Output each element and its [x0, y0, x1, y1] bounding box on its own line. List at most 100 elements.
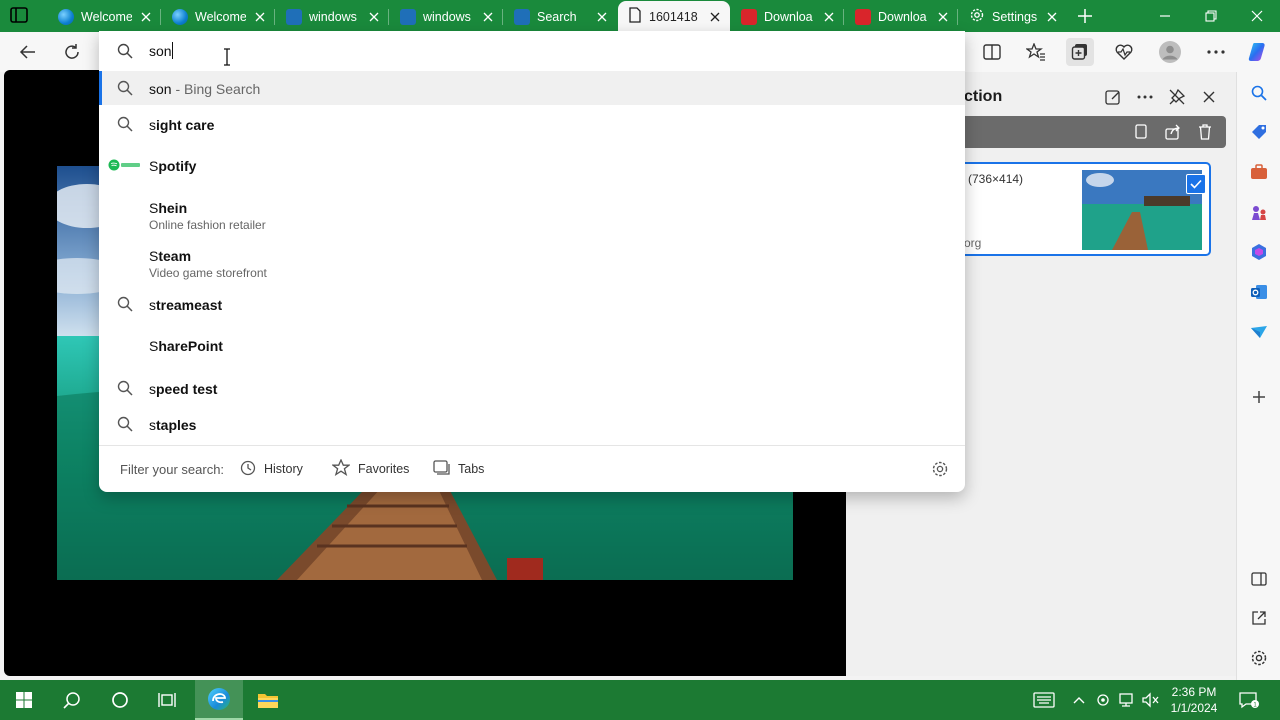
volume-muted-icon[interactable]: [1141, 691, 1159, 709]
suggestion-text: son - Bing Search: [149, 81, 261, 97]
sidebar-layout-icon[interactable]: [1248, 568, 1270, 590]
split-screen-button[interactable]: [978, 38, 1006, 66]
suggestion-item[interactable]: speed test: [99, 371, 965, 405]
open-external-icon[interactable]: [1248, 607, 1270, 629]
close-window-button[interactable]: [1234, 0, 1280, 32]
address-input-value[interactable]: son: [149, 43, 172, 59]
suggestion-text: staples: [149, 417, 197, 433]
gear-icon[interactable]: [1248, 647, 1270, 669]
download-icon: [741, 8, 757, 25]
browser-essentials-button[interactable]: [1110, 38, 1138, 66]
filter-tabs-button[interactable]: Tabs: [433, 458, 484, 480]
suggestion-bing-search[interactable]: son - Bing Search: [99, 71, 965, 105]
filter-history-label: History: [264, 462, 303, 476]
tab-strip: Welcome Welcome windows windows Search 1…: [0, 0, 1280, 32]
games-icon[interactable]: [1248, 202, 1270, 224]
image-source: org: [964, 236, 982, 250]
file-icon: [628, 7, 642, 26]
gear-icon: [969, 7, 985, 26]
close-icon[interactable]: [936, 10, 950, 24]
suggestion-item[interactable]: Shein Online fashion retailer: [99, 189, 965, 235]
search-icon: [117, 116, 133, 132]
microsoft365-icon[interactable]: [1248, 241, 1270, 263]
tab-windows-1[interactable]: windows: [276, 1, 389, 32]
collection-item-card[interactable]: (736×414) org: [964, 162, 1211, 256]
notifications-icon[interactable]: 1: [1238, 691, 1260, 709]
more-options-icon[interactable]: [1134, 86, 1156, 108]
minimize-button[interactable]: [1142, 0, 1188, 32]
suggestion-subtitle: Video game storefront: [149, 266, 267, 280]
gear-icon[interactable]: [931, 460, 949, 483]
add-icon[interactable]: [1248, 386, 1270, 408]
mouse-cursor: [222, 48, 232, 66]
suggestion-subtitle: Online fashion retailer: [149, 218, 266, 232]
close-icon[interactable]: [481, 10, 495, 24]
outlook-icon[interactable]: [1248, 281, 1270, 303]
tab-download-1[interactable]: Downloa: [731, 1, 844, 32]
network-icon[interactable]: [1118, 691, 1136, 709]
edge-taskbar-button[interactable]: [195, 680, 243, 720]
copy-icon[interactable]: [1132, 123, 1150, 141]
tab-welcome-2[interactable]: Welcome: [162, 1, 275, 32]
profile-avatar[interactable]: [1156, 38, 1184, 66]
task-view-icon[interactable]: [144, 680, 192, 720]
close-icon[interactable]: [595, 10, 609, 24]
tools-icon[interactable]: [1248, 161, 1270, 183]
suggestion-item[interactable]: Steam Video game storefront: [99, 237, 965, 283]
restore-button[interactable]: [1188, 0, 1234, 32]
search-icon: [117, 380, 133, 396]
filter-favorites-button[interactable]: Favorites: [331, 458, 410, 480]
tab-welcome-1[interactable]: Welcome: [48, 1, 161, 32]
close-icon[interactable]: [1045, 10, 1059, 24]
cortana-icon[interactable]: [96, 680, 144, 720]
taskbar-clock[interactable]: 2:36 PM 1/1/2024: [1162, 684, 1226, 716]
location-icon[interactable]: [1094, 691, 1112, 709]
search-icon[interactable]: [48, 680, 96, 720]
shopping-icon[interactable]: [1248, 121, 1270, 143]
refresh-button[interactable]: [58, 38, 86, 66]
new-tab-button[interactable]: [1076, 7, 1094, 25]
unpin-icon[interactable]: [1166, 86, 1188, 108]
keyboard-icon[interactable]: [1033, 691, 1055, 709]
image-thumbnail: [1082, 170, 1202, 250]
share-icon[interactable]: [1164, 123, 1182, 141]
suggestion-text: Spotify: [149, 158, 197, 174]
filter-history-button[interactable]: History: [240, 458, 303, 480]
filter-label: Filter your search:: [120, 462, 225, 477]
suggestion-text: Shein: [149, 200, 188, 216]
file-explorer-button[interactable]: [244, 680, 292, 720]
add-note-icon[interactable]: [1102, 86, 1124, 108]
delete-icon[interactable]: [1196, 123, 1214, 141]
back-button[interactable]: [14, 38, 42, 66]
tab-title: Welcome: [81, 9, 132, 24]
favorites-button[interactable]: [1022, 38, 1050, 66]
tab-image-active[interactable]: 1601418: [618, 1, 730, 32]
collections-button[interactable]: [1066, 38, 1094, 66]
close-icon[interactable]: [822, 10, 836, 24]
tab-windows-2[interactable]: windows: [390, 1, 503, 32]
suggestion-item[interactable]: streameast: [99, 287, 965, 321]
suggestion-item[interactable]: staples: [99, 407, 965, 441]
suggestion-item[interactable]: Spotify: [99, 145, 965, 187]
start-button[interactable]: [0, 680, 48, 720]
workspaces-icon[interactable]: [10, 7, 38, 25]
filter-bar: Filter your search: History Favorites Ta…: [99, 445, 965, 492]
chevron-up-icon[interactable]: [1070, 691, 1088, 709]
selected-checkbox[interactable]: [1186, 174, 1206, 194]
close-icon[interactable]: [708, 10, 722, 24]
close-icon[interactable]: [1198, 86, 1220, 108]
tab-download-2[interactable]: Downloa: [845, 1, 958, 32]
tab-search[interactable]: Search: [504, 1, 617, 32]
filter-favorites-label: Favorites: [358, 462, 410, 476]
suggestion-item[interactable]: sight care: [99, 107, 965, 141]
suggestion-item[interactable]: SharePoint: [99, 327, 965, 365]
drop-icon[interactable]: [1248, 321, 1270, 343]
close-icon[interactable]: [253, 10, 267, 24]
copilot-icon[interactable]: [1244, 38, 1272, 66]
close-icon[interactable]: [367, 10, 381, 24]
search-icon[interactable]: [1248, 82, 1270, 104]
more-options-icon[interactable]: [1202, 38, 1230, 66]
tab-settings[interactable]: Settings: [959, 1, 1067, 32]
bing-icon: [286, 8, 302, 25]
close-icon[interactable]: [139, 10, 153, 24]
